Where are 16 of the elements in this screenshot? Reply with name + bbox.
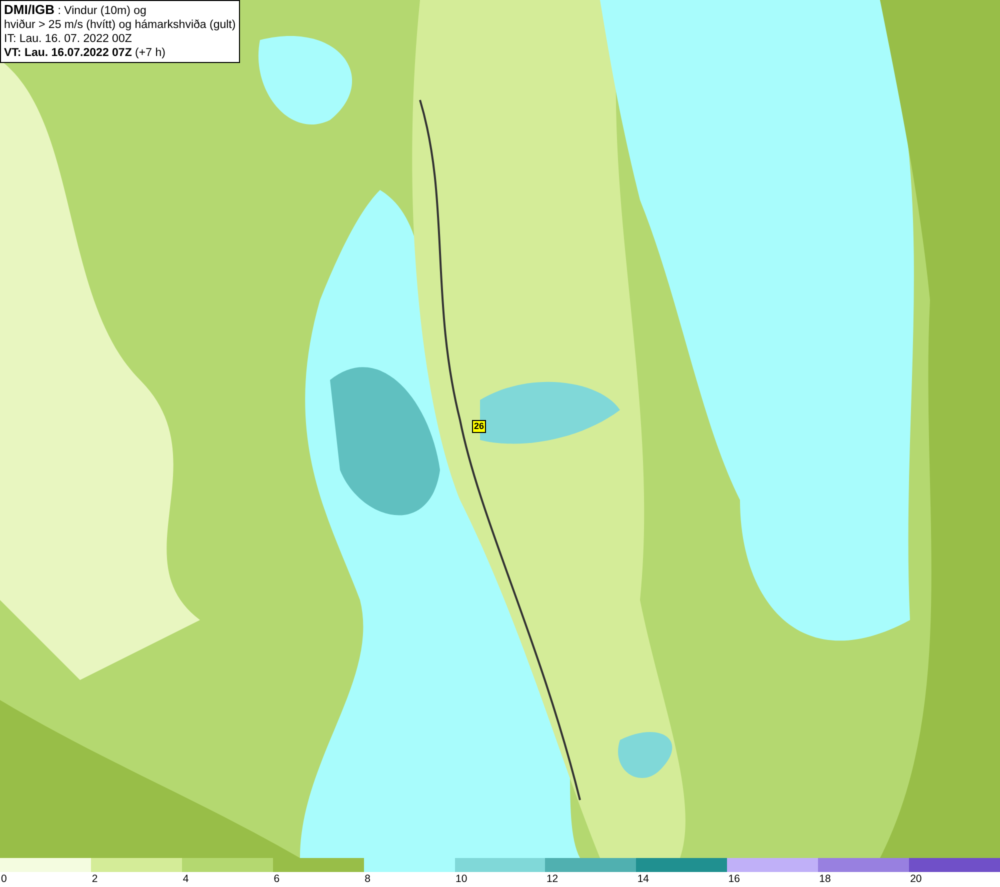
title-line: hviður > 25 m/s (hvítt) og hámarkshviða (gult)	[4, 18, 236, 32]
gust-label: 26	[472, 420, 486, 433]
valid-time: VT: Lau. 16.07.2022 07Z (+7 h)	[4, 46, 166, 60]
legend-label: 6	[272, 872, 280, 887]
title-line: DMI/IGB : Vindur (10m) og	[4, 3, 148, 18]
legend-label: 18	[818, 872, 831, 887]
legend-label: 10	[454, 872, 468, 887]
issue-time: IT: Lau. 16. 07. 2022 00Z	[4, 32, 133, 46]
legend-label: 0	[0, 872, 7, 887]
legend-label: 4	[182, 872, 189, 887]
legend-label: 16	[727, 872, 740, 887]
legend-label: 12	[545, 872, 558, 887]
legend-label: 14	[636, 872, 650, 887]
legend-label: 2	[90, 872, 98, 887]
legend-label: 8	[364, 872, 370, 887]
legend-label: 20	[909, 872, 922, 887]
